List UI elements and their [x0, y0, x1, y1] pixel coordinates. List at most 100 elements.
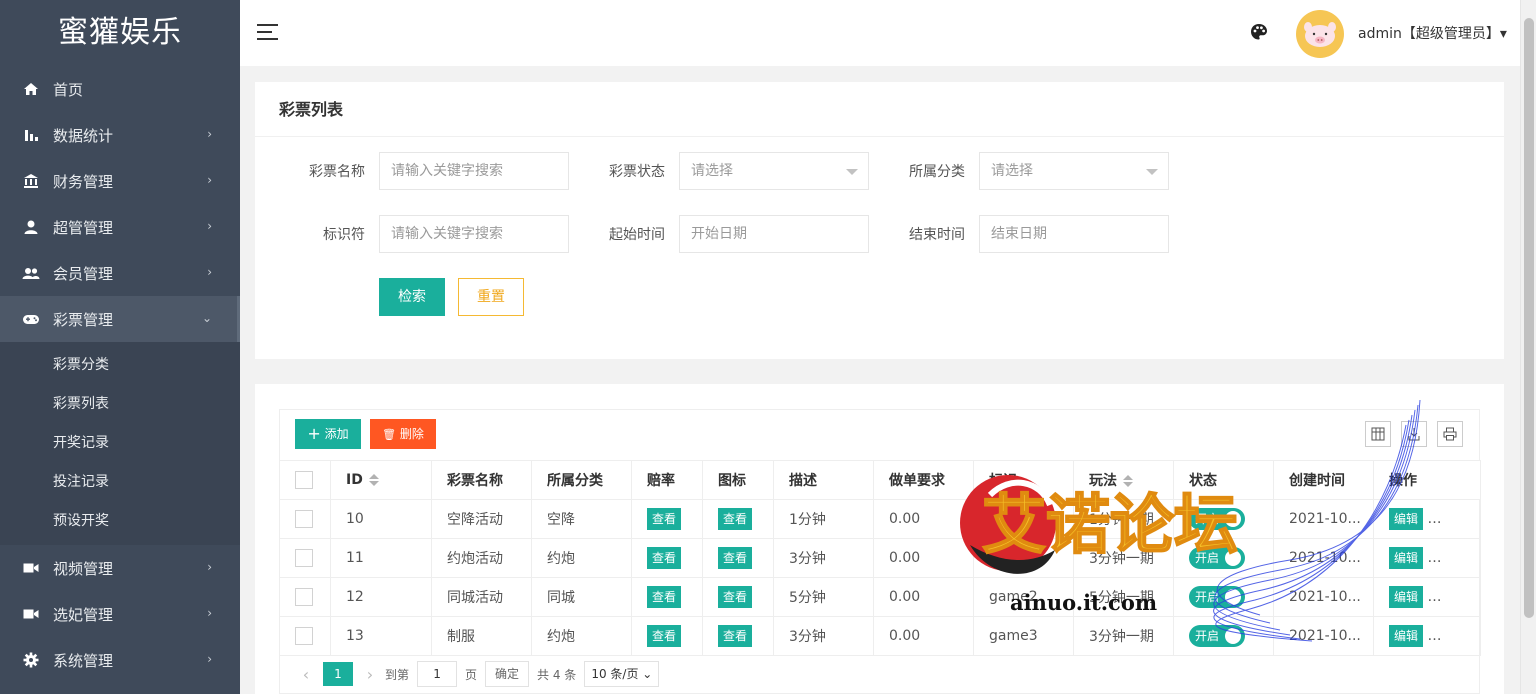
reset-button[interactable]: 重置 — [458, 278, 524, 316]
sidebar-item-label: 选妃管理 — [53, 605, 114, 624]
search-button[interactable]: 检索 — [379, 278, 445, 316]
app-logo: 蜜獾娱乐 — [58, 15, 182, 50]
page-number-current[interactable]: 1 — [323, 662, 353, 686]
sidebar-item-home[interactable]: 首页 — [0, 66, 240, 112]
cell-play: 3分钟一期 — [1073, 616, 1174, 656]
row-checkbox[interactable] — [295, 549, 313, 567]
sidebar-item-stats[interactable]: 数据统计 › — [0, 112, 240, 158]
start-date-input[interactable]: 开始日期 — [679, 215, 869, 253]
bank-icon — [22, 172, 40, 190]
next-page-button[interactable]: › — [359, 665, 381, 684]
edit-button[interactable]: 编辑 — [1389, 547, 1424, 569]
add-button[interactable]: + 添加 — [295, 419, 361, 449]
category-select[interactable]: 请选择 — [979, 152, 1169, 190]
submenu-item-list[interactable]: 彩票列表 — [0, 385, 240, 424]
goto-confirm-button[interactable]: 确定 — [485, 661, 530, 687]
chevron-right-icon: › — [207, 265, 212, 279]
prev-page-button[interactable]: ‹ — [295, 665, 317, 684]
view-odds-button[interactable]: 查看 — [647, 547, 682, 569]
caret-down-icon — [1146, 169, 1158, 175]
status-toggle[interactable]: 开启 — [1189, 625, 1245, 647]
toggle-label: 开启 — [1195, 629, 1220, 643]
view-icon-button[interactable]: 查看 — [718, 547, 753, 569]
status-select[interactable]: 请选择 — [679, 152, 869, 190]
sort-icon[interactable] — [368, 474, 379, 486]
row-checkbox[interactable] — [295, 588, 313, 606]
view-icon-button[interactable]: 查看 — [718, 508, 753, 530]
status-toggle[interactable]: 开启 — [1189, 586, 1245, 608]
column-header-play[interactable]: 玩法 — [1073, 460, 1174, 500]
sort-icon[interactable] — [1123, 475, 1133, 487]
edit-button[interactable]: 编辑 — [1389, 586, 1424, 608]
toggle-label: 开启 — [1195, 551, 1220, 565]
name-search-input[interactable]: 请输入关键字搜索 — [379, 152, 569, 190]
sidebar-item-lottery[interactable]: 彩票管理 ⌄ — [0, 296, 240, 342]
row-checkbox[interactable] — [295, 627, 313, 645]
column-header-odds: 赔率 — [631, 460, 703, 500]
view-odds-button[interactable]: 查看 — [647, 625, 682, 647]
sidebar-item-label: 数据统计 — [53, 126, 114, 145]
column-header-status: 状态 — [1173, 460, 1274, 500]
chevron-right-icon: › — [207, 652, 212, 666]
sidebar-item-finance[interactable]: 财务管理 › — [0, 158, 240, 204]
bar-chart-icon — [22, 126, 40, 144]
cell-created: 2021-10... — [1273, 538, 1374, 578]
avatar[interactable] — [1296, 10, 1344, 58]
submenu-item-category[interactable]: 彩票分类 — [0, 346, 240, 385]
end-date-input[interactable]: 结束日期 — [979, 215, 1169, 253]
cell-category: 约炮 — [531, 538, 632, 578]
add-button-label: 添加 — [324, 427, 349, 441]
goto-page-input[interactable]: 1 — [417, 661, 458, 687]
cell-actions: 编辑 … — [1373, 616, 1481, 656]
cell-name: 同城活动 — [431, 577, 532, 617]
sidebar-item-system[interactable]: 系统管理 › — [0, 637, 240, 683]
view-icon-button[interactable]: 查看 — [718, 586, 753, 608]
column-header-id[interactable]: ID — [330, 460, 432, 500]
status-select-value: 请选择 — [691, 163, 733, 179]
edit-button[interactable]: 编辑 — [1389, 625, 1424, 647]
sidebar-item-video[interactable]: 视频管理 › — [0, 545, 240, 591]
export-icon[interactable] — [1401, 421, 1427, 447]
sidebar-item-admin[interactable]: 超管管理 › — [0, 204, 240, 250]
edit-button[interactable]: 编辑 — [1389, 508, 1424, 530]
scrollbar-thumb[interactable] — [1524, 18, 1534, 618]
users-icon — [22, 264, 40, 282]
cell-requirement: 0.00 — [873, 499, 974, 539]
cell-category: 空降 — [531, 499, 632, 539]
submenu-item-preset[interactable]: 预设开奖 — [0, 502, 240, 541]
cell-code: game2 — [973, 577, 1074, 617]
cell-icon: 查看 — [702, 499, 774, 539]
more-actions[interactable]: … — [1427, 550, 1441, 566]
more-actions[interactable]: … — [1427, 628, 1441, 644]
user-menu[interactable]: admin【超级管理员】▾ — [1358, 23, 1507, 43]
status-toggle[interactable]: 开启 — [1189, 547, 1245, 569]
cell-code: game3 — [973, 616, 1074, 656]
menu-toggle-icon[interactable] — [257, 24, 278, 40]
page-scrollbar[interactable] — [1520, 0, 1536, 694]
sidebar-item-select[interactable]: 选妃管理 › — [0, 591, 240, 637]
code-search-input[interactable]: 请输入关键字搜索 — [379, 215, 569, 253]
row-checkbox[interactable] — [295, 510, 313, 528]
print-icon[interactable] — [1437, 421, 1463, 447]
cell-play: 5分钟一期 — [1073, 577, 1174, 617]
columns-icon[interactable] — [1365, 421, 1391, 447]
view-odds-button[interactable]: 查看 — [647, 508, 682, 530]
select-all-checkbox[interactable] — [295, 471, 313, 489]
sidebar-item-members[interactable]: 会员管理 › — [0, 250, 240, 296]
view-icon-button[interactable]: 查看 — [718, 625, 753, 647]
table-header-row: ID 彩票名称 所属分类 赔率 图标 描述 做单要求 标识 玩法 状态 创建时间… — [279, 460, 1481, 500]
column-header-icon: 图标 — [702, 460, 774, 500]
cell-desc: 3分钟 — [773, 538, 874, 578]
more-actions[interactable]: … — [1427, 511, 1441, 527]
column-header-desc: 描述 — [773, 460, 874, 500]
palette-icon[interactable] — [1250, 23, 1268, 41]
column-label: 玩法 — [1089, 473, 1117, 489]
status-toggle[interactable]: 开启 — [1189, 508, 1245, 530]
page-size-select[interactable]: 10 条/页 ⌄ — [584, 661, 660, 687]
cell-icon: 查看 — [702, 616, 774, 656]
view-odds-button[interactable]: 查看 — [647, 586, 682, 608]
submenu-item-draws[interactable]: 开奖记录 — [0, 424, 240, 463]
delete-button[interactable]: 🗑 删除 — [370, 419, 436, 449]
submenu-item-bets[interactable]: 投注记录 — [0, 463, 240, 502]
more-actions[interactable]: … — [1427, 589, 1441, 605]
